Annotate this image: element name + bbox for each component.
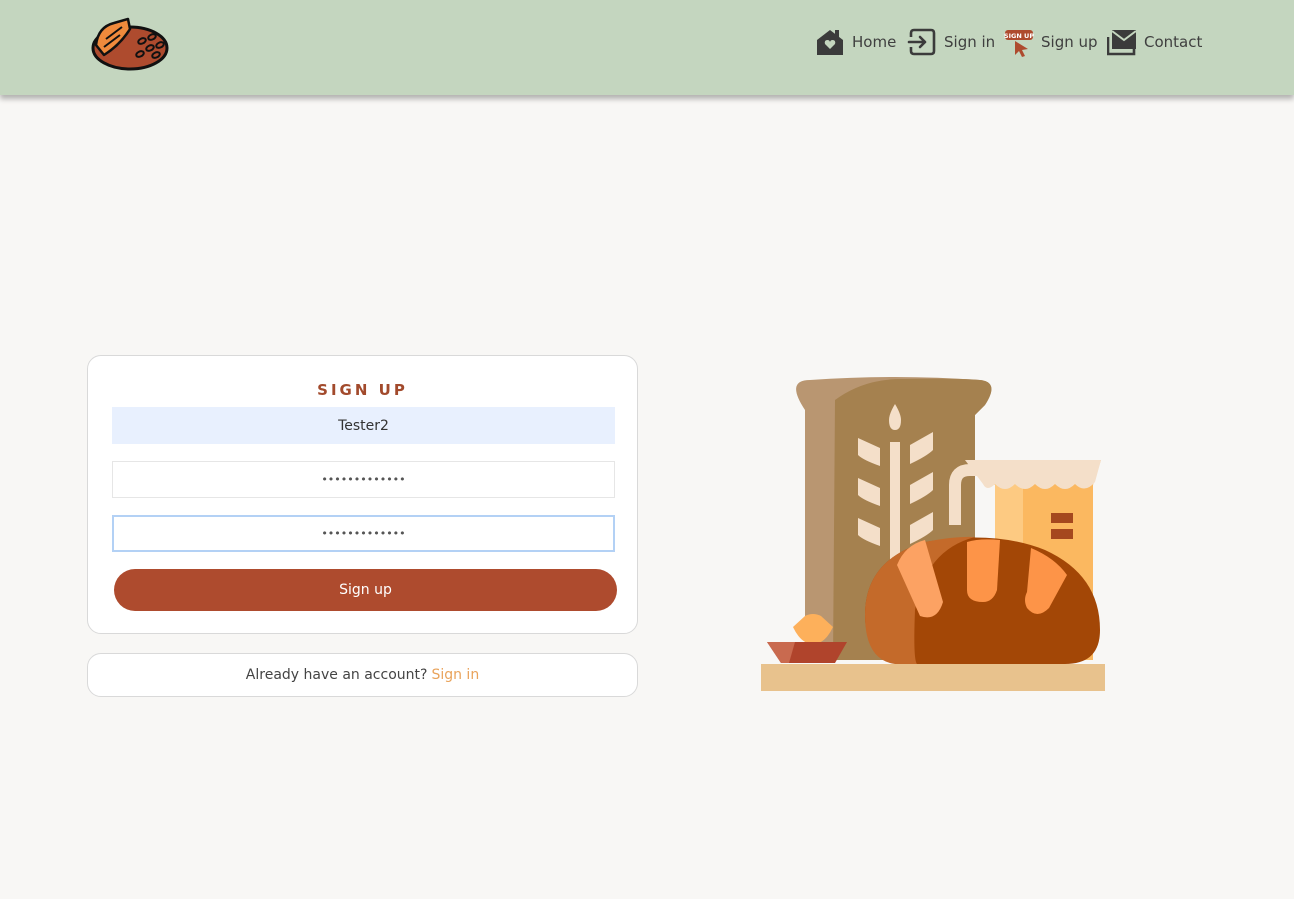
sign-in-prompt: Already have an account? Sign in (87, 653, 638, 697)
confirm-password-input[interactable] (112, 515, 615, 552)
home-heart-icon (817, 30, 843, 55)
nav-sign-up-label: Sign up (1041, 33, 1098, 51)
sign-in-icon (907, 28, 936, 56)
main-nav: Home Sign in SIGN UP Sign up Contact (0, 24, 1294, 60)
sign-up-badge-icon: SIGN UP (1004, 30, 1034, 57)
sign-in-link[interactable]: Sign in (431, 667, 479, 683)
nav-contact[interactable]: Contact (1107, 24, 1202, 60)
sign-up-badge-text: SIGN UP (1004, 32, 1034, 40)
top-navbar: Home Sign in SIGN UP Sign up Contact (0, 0, 1294, 95)
mail-icon (1107, 30, 1137, 56)
nav-home[interactable]: Home (815, 24, 896, 60)
nav-sign-in[interactable]: Sign in (907, 24, 995, 60)
sign-up-button[interactable]: Sign up (114, 569, 617, 611)
bakery-illustration-icon (755, 370, 1110, 695)
sign-in-prompt-text: Already have an account? (245, 667, 428, 683)
username-input[interactable] (112, 407, 615, 444)
signup-title: SIGN UP (317, 381, 408, 399)
nav-home-label: Home (852, 33, 897, 51)
nav-sign-up[interactable]: SIGN UP Sign up (1004, 24, 1098, 60)
nav-sign-in-label: Sign in (944, 33, 996, 51)
nav-contact-label: Contact (1144, 33, 1203, 51)
password-input[interactable] (112, 461, 615, 498)
signup-card: SIGN UP Sign up (87, 355, 638, 634)
